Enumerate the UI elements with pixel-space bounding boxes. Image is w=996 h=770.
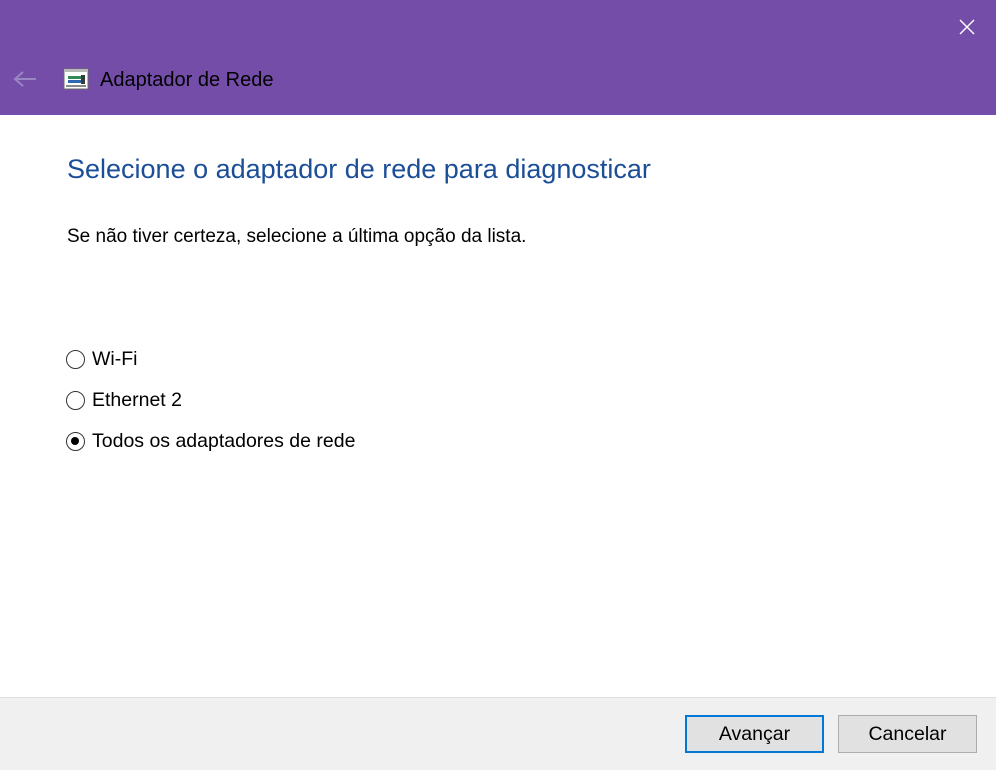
instruction-text: Se não tiver certeza, selecione a última… bbox=[67, 226, 527, 247]
close-button[interactable] bbox=[952, 12, 982, 42]
arrow-left-icon bbox=[13, 71, 36, 87]
radio-label-all-adapters: Todos os adaptadores de rede bbox=[92, 430, 356, 452]
close-icon bbox=[959, 19, 975, 35]
page-title: Selecione o adaptador de rede para diagn… bbox=[67, 154, 651, 184]
adapter-radio-group: Wi-Fi Ethernet 2 Todos os adaptadores de… bbox=[66, 345, 355, 468]
radio-button-wifi[interactable] bbox=[66, 349, 85, 369]
cancel-button[interactable]: Cancelar bbox=[838, 715, 977, 753]
radio-button-ethernet-2[interactable] bbox=[66, 390, 85, 410]
radio-button-all-adapters[interactable] bbox=[66, 431, 85, 451]
next-button[interactable]: Avançar bbox=[685, 715, 824, 753]
radio-option-ethernet-2[interactable]: Ethernet 2 bbox=[66, 386, 355, 414]
title-bar: Adaptador de Rede bbox=[0, 0, 996, 115]
radio-label-wifi: Wi-Fi bbox=[92, 348, 138, 370]
network-adapter-icon bbox=[63, 68, 89, 90]
radio-label-ethernet-2: Ethernet 2 bbox=[92, 389, 182, 411]
dialog-footer: Avançar Cancelar bbox=[0, 697, 996, 770]
radio-option-wifi[interactable]: Wi-Fi bbox=[66, 345, 355, 373]
window-title: Adaptador de Rede bbox=[100, 69, 274, 91]
back-button[interactable] bbox=[8, 64, 42, 94]
radio-option-all-adapters[interactable]: Todos os adaptadores de rede bbox=[66, 427, 355, 455]
